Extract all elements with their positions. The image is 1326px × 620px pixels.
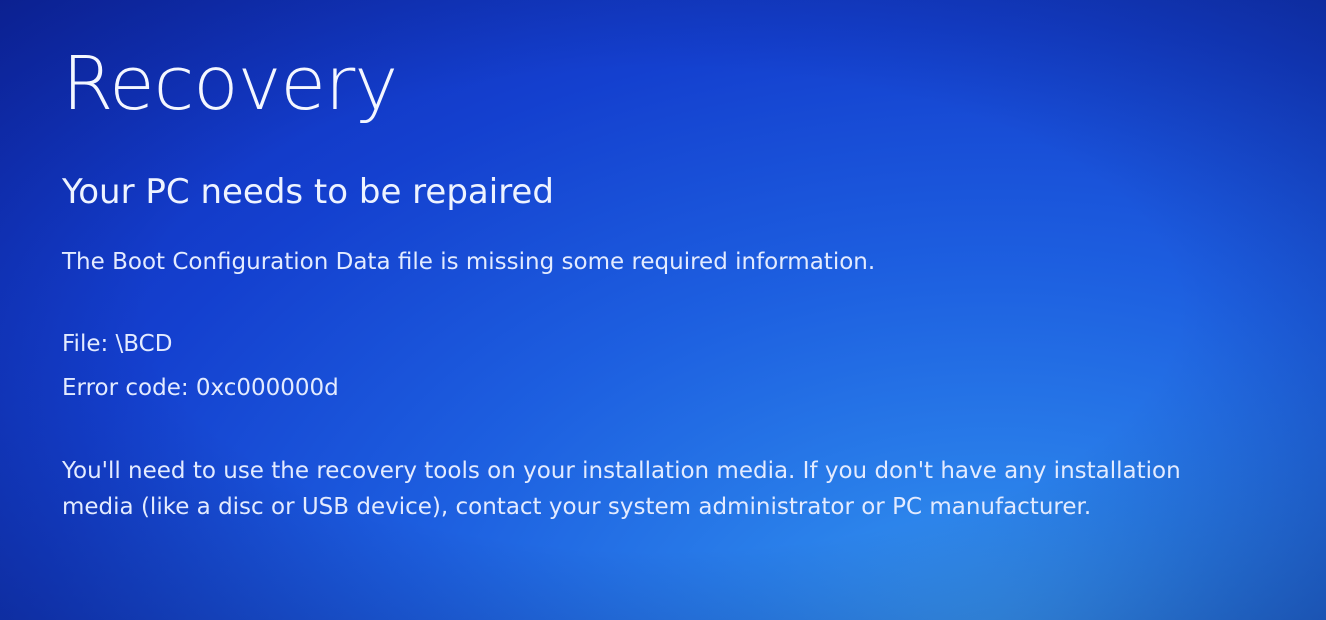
page-title: Recovery [62,41,398,127]
error-code-line: Error code: 0xc000000d [62,375,339,401]
file-path-line: File: \BCD [62,331,173,357]
recovery-content: Recovery Your PC needs to be repaired Th… [62,36,1292,528]
page-subtitle: Your PC needs to be repaired [62,172,554,212]
error-description: The Boot Configuration Data file is miss… [62,249,876,275]
help-message-line-2: media (like a disc or USB device), conta… [62,494,1092,520]
recovery-screen: Recovery Your PC needs to be repaired Th… [0,0,1326,620]
help-message: You'll need to use the recovery tools on… [62,450,1292,528]
